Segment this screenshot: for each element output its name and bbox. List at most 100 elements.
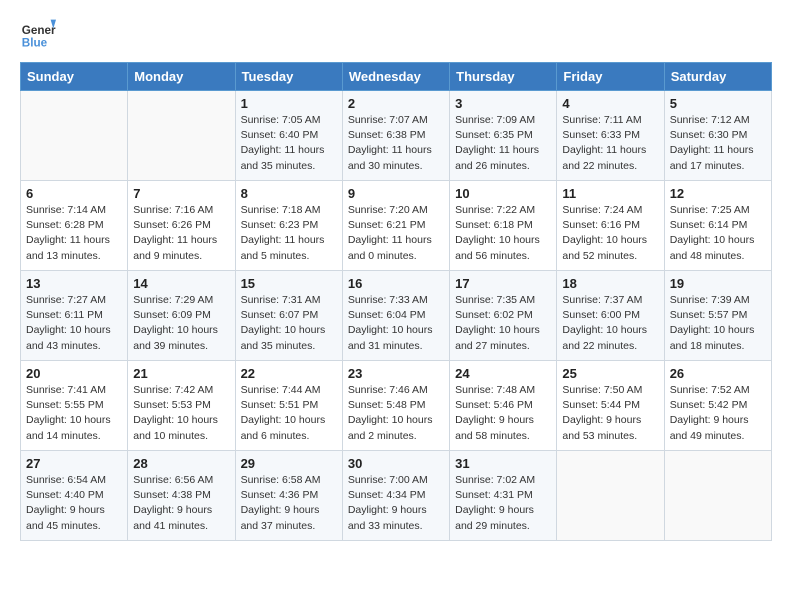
day-info: Sunrise: 7:05 AM Sunset: 6:40 PM Dayligh… [241, 113, 337, 174]
calendar-cell: 6Sunrise: 7:14 AM Sunset: 6:28 PM Daylig… [21, 181, 128, 271]
day-info: Sunrise: 7:37 AM Sunset: 6:00 PM Dayligh… [562, 293, 658, 354]
day-number: 26 [670, 366, 766, 381]
day-header-friday: Friday [557, 63, 664, 91]
day-number: 18 [562, 276, 658, 291]
day-info: Sunrise: 6:54 AM Sunset: 4:40 PM Dayligh… [26, 473, 122, 534]
day-info: Sunrise: 7:14 AM Sunset: 6:28 PM Dayligh… [26, 203, 122, 264]
day-info: Sunrise: 7:18 AM Sunset: 6:23 PM Dayligh… [241, 203, 337, 264]
calendar-cell: 14 Sunrise: 7:29 AM Sunset: 6:09 PM Dayli… [128, 271, 235, 361]
day-info: Sunrise: 7:35 AM Sunset: 6:02 PM Dayligh… [455, 293, 551, 354]
day-number: 22 [241, 366, 337, 381]
svg-text:Blue: Blue [22, 37, 48, 50]
day-header-monday: Monday [128, 63, 235, 91]
day-info: Sunrise: 7:29 AM Sunset: 6:09 PM Dayligh… [133, 293, 229, 354]
calendar-week-row: 27 Sunrise: 6:54 AM Sunset: 4:40 PM Dayli… [21, 451, 772, 541]
calendar-cell: 5 Sunrise: 7:12 AM Sunset: 6:30 PM Daylig… [664, 91, 771, 181]
day-number: 27 [26, 456, 122, 471]
day-number: 17 [455, 276, 551, 291]
day-info: Sunrise: 7:07 AM Sunset: 6:38 PM Dayligh… [348, 113, 444, 174]
calendar-cell: 11 Sunrise: 7:24 AM Sunset: 6:16 PM Dayli… [557, 181, 664, 271]
calendar-cell: 25 Sunrise: 7:50 AM Sunset: 5:44 PM Dayli… [557, 361, 664, 451]
day-header-sunday: Sunday [21, 63, 128, 91]
day-number: 25 [562, 366, 658, 381]
calendar-cell: 2Sunrise: 7:07 AM Sunset: 6:38 PM Daylig… [342, 91, 449, 181]
day-number: 13 [26, 276, 122, 291]
day-header-tuesday: Tuesday [235, 63, 342, 91]
day-info: Sunrise: 7:41 AM Sunset: 5:55 PM Dayligh… [26, 383, 122, 444]
day-number: 5 [670, 96, 766, 111]
day-number: 1 [241, 96, 337, 111]
calendar-week-row: 1 Sunrise: 7:05 AM Sunset: 6:40 PM Daylig… [21, 91, 772, 181]
calendar-cell [128, 91, 235, 181]
logo-icon: General Blue [20, 16, 56, 52]
calendar-cell: 27 Sunrise: 6:54 AM Sunset: 4:40 PM Dayli… [21, 451, 128, 541]
day-info: Sunrise: 7:11 AM Sunset: 6:33 PM Dayligh… [562, 113, 658, 174]
day-number: 14 [133, 276, 229, 291]
day-info: Sunrise: 7:09 AM Sunset: 6:35 PM Dayligh… [455, 113, 551, 174]
calendar-cell: 31 Sunrise: 7:02 AM Sunset: 4:31 PM Dayli… [450, 451, 557, 541]
calendar-cell: 8Sunrise: 7:18 AM Sunset: 6:23 PM Daylig… [235, 181, 342, 271]
calendar-cell: 16 Sunrise: 7:33 AM Sunset: 6:04 PM Dayli… [342, 271, 449, 361]
calendar-table: SundayMondayTuesdayWednesdayThursdayFrid… [20, 62, 772, 541]
calendar-cell [21, 91, 128, 181]
day-info: Sunrise: 7:24 AM Sunset: 6:16 PM Dayligh… [562, 203, 658, 264]
day-info: Sunrise: 7:12 AM Sunset: 6:30 PM Dayligh… [670, 113, 766, 174]
day-info: Sunrise: 7:48 AM Sunset: 5:46 PM Dayligh… [455, 383, 551, 444]
calendar-cell: 15 Sunrise: 7:31 AM Sunset: 6:07 PM Dayli… [235, 271, 342, 361]
day-number: 29 [241, 456, 337, 471]
calendar-cell: 9Sunrise: 7:20 AM Sunset: 6:21 PM Daylig… [342, 181, 449, 271]
calendar-cell: 29 Sunrise: 6:58 AM Sunset: 4:36 PM Dayli… [235, 451, 342, 541]
header: General Blue [20, 16, 772, 52]
day-header-thursday: Thursday [450, 63, 557, 91]
day-info: Sunrise: 7:22 AM Sunset: 6:18 PM Dayligh… [455, 203, 551, 264]
calendar-cell: 24Sunrise: 7:48 AM Sunset: 5:46 PM Dayli… [450, 361, 557, 451]
day-header-wednesday: Wednesday [342, 63, 449, 91]
day-info: Sunrise: 7:52 AM Sunset: 5:42 PM Dayligh… [670, 383, 766, 444]
calendar-cell [664, 451, 771, 541]
day-info: Sunrise: 7:44 AM Sunset: 5:51 PM Dayligh… [241, 383, 337, 444]
calendar-cell: 1 Sunrise: 7:05 AM Sunset: 6:40 PM Daylig… [235, 91, 342, 181]
day-info: Sunrise: 6:56 AM Sunset: 4:38 PM Dayligh… [133, 473, 229, 534]
calendar-cell: 12Sunrise: 7:25 AM Sunset: 6:14 PM Dayli… [664, 181, 771, 271]
calendar-cell: 4 Sunrise: 7:11 AM Sunset: 6:33 PM Daylig… [557, 91, 664, 181]
calendar-cell: 23 Sunrise: 7:46 AM Sunset: 5:48 PM Dayli… [342, 361, 449, 451]
calendar-cell: 17 Sunrise: 7:35 AM Sunset: 6:02 PM Dayli… [450, 271, 557, 361]
day-number: 4 [562, 96, 658, 111]
calendar-body: 1 Sunrise: 7:05 AM Sunset: 6:40 PM Daylig… [21, 91, 772, 541]
day-number: 30 [348, 456, 444, 471]
calendar-cell: 28Sunrise: 6:56 AM Sunset: 4:38 PM Dayli… [128, 451, 235, 541]
day-info: Sunrise: 7:20 AM Sunset: 6:21 PM Dayligh… [348, 203, 444, 264]
calendar-cell: 26 Sunrise: 7:52 AM Sunset: 5:42 PM Dayli… [664, 361, 771, 451]
day-info: Sunrise: 6:58 AM Sunset: 4:36 PM Dayligh… [241, 473, 337, 534]
day-number: 3 [455, 96, 551, 111]
logo: General Blue [20, 16, 56, 52]
day-number: 11 [562, 186, 658, 201]
day-number: 15 [241, 276, 337, 291]
day-number: 16 [348, 276, 444, 291]
day-info: Sunrise: 7:31 AM Sunset: 6:07 PM Dayligh… [241, 293, 337, 354]
day-info: Sunrise: 7:00 AM Sunset: 4:34 PM Dayligh… [348, 473, 444, 534]
day-info: Sunrise: 7:46 AM Sunset: 5:48 PM Dayligh… [348, 383, 444, 444]
calendar-cell: 3 Sunrise: 7:09 AM Sunset: 6:35 PM Daylig… [450, 91, 557, 181]
day-info: Sunrise: 7:02 AM Sunset: 4:31 PM Dayligh… [455, 473, 551, 534]
day-number: 23 [348, 366, 444, 381]
day-info: Sunrise: 7:39 AM Sunset: 5:57 PM Dayligh… [670, 293, 766, 354]
day-number: 20 [26, 366, 122, 381]
svg-text:General: General [22, 24, 56, 37]
calendar-cell [557, 451, 664, 541]
day-info: Sunrise: 7:25 AM Sunset: 6:14 PM Dayligh… [670, 203, 766, 264]
day-info: Sunrise: 7:50 AM Sunset: 5:44 PM Dayligh… [562, 383, 658, 444]
calendar-cell: 19Sunrise: 7:39 AM Sunset: 5:57 PM Dayli… [664, 271, 771, 361]
day-number: 21 [133, 366, 229, 381]
day-number: 31 [455, 456, 551, 471]
calendar-week-row: 6Sunrise: 7:14 AM Sunset: 6:28 PM Daylig… [21, 181, 772, 271]
day-number: 10 [455, 186, 551, 201]
calendar-cell: 20 Sunrise: 7:41 AM Sunset: 5:55 PM Dayli… [21, 361, 128, 451]
day-info: Sunrise: 7:42 AM Sunset: 5:53 PM Dayligh… [133, 383, 229, 444]
calendar-header-row: SundayMondayTuesdayWednesdayThursdayFrid… [21, 63, 772, 91]
calendar-week-row: 13Sunrise: 7:27 AM Sunset: 6:11 PM Dayli… [21, 271, 772, 361]
calendar-cell: 10 Sunrise: 7:22 AM Sunset: 6:18 PM Dayli… [450, 181, 557, 271]
calendar-cell: 7Sunrise: 7:16 AM Sunset: 6:26 PM Daylig… [128, 181, 235, 271]
day-info: Sunrise: 7:33 AM Sunset: 6:04 PM Dayligh… [348, 293, 444, 354]
day-info: Sunrise: 7:16 AM Sunset: 6:26 PM Dayligh… [133, 203, 229, 264]
